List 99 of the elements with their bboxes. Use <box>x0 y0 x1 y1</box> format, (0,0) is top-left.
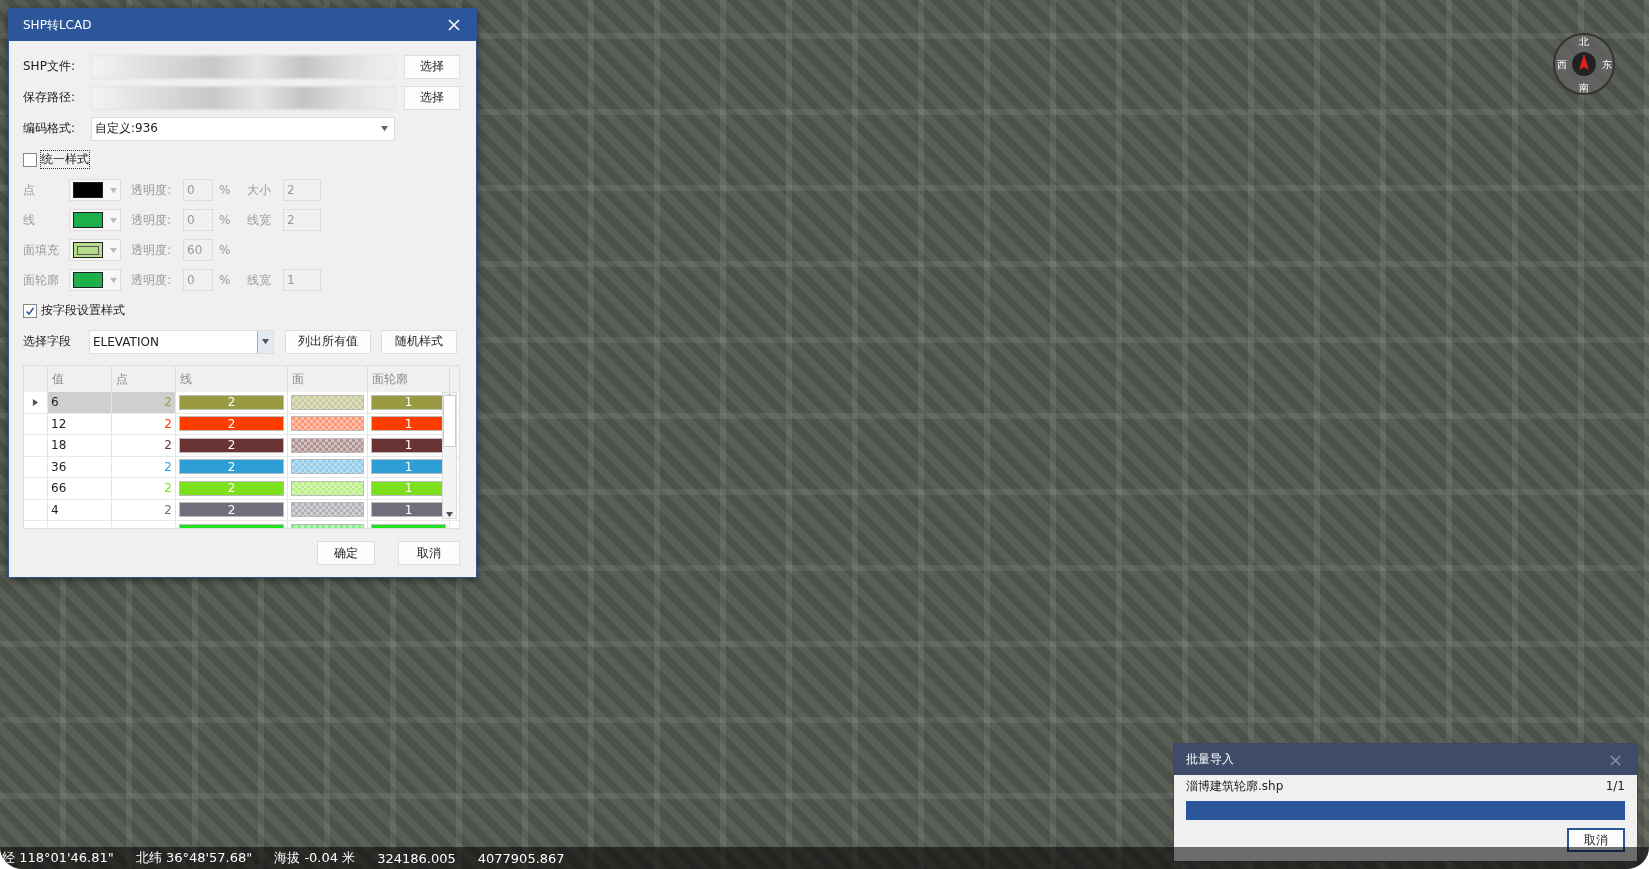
table-cell: 36 <box>48 456 112 478</box>
table-cell: 12 <box>48 413 112 435</box>
style-label: 线 <box>23 211 36 229</box>
caret-icon <box>110 186 117 194</box>
check-icon <box>25 305 35 316</box>
table-cell: 66 <box>48 478 112 500</box>
color-picker[interactable] <box>69 209 121 231</box>
status-text: 4077905.867 <box>477 850 565 866</box>
scrollbar[interactable] <box>442 392 457 519</box>
color-picker[interactable] <box>69 269 121 291</box>
fill-pattern-swatch[interactable] <box>291 459 364 475</box>
row-header-cell[interactable] <box>24 499 48 521</box>
row-header-cell[interactable] <box>24 456 48 478</box>
browse-button[interactable]: 选择 <box>404 85 460 110</box>
field-dropdown[interactable]: ELEVATION <box>89 329 274 354</box>
line-color-bar[interactable]: 2 <box>179 502 284 518</box>
caret-icon <box>262 338 269 345</box>
caret-icon <box>446 511 453 518</box>
table-cell: 2 <box>112 499 176 521</box>
line-color-bar[interactable]: 2 <box>179 437 284 453</box>
fill-pattern-swatch[interactable] <box>291 502 364 518</box>
fill-pattern-swatch[interactable] <box>291 437 364 453</box>
fill-pattern-swatch[interactable] <box>291 416 364 432</box>
dropdown-button[interactable] <box>257 330 273 353</box>
field-label: 保存路径: <box>23 89 77 106</box>
style-label: 点 <box>23 181 36 199</box>
table-cell: 6 <box>48 392 112 414</box>
column-header: 面 <box>288 366 368 392</box>
size-input[interactable]: 2 <box>283 179 321 201</box>
blurred-path-field[interactable] <box>91 85 395 110</box>
table-cell: 2 <box>112 435 176 457</box>
line-color-bar[interactable]: 2 <box>179 416 284 432</box>
progress-count: 1/1 <box>1605 779 1625 793</box>
fill-pattern-swatch[interactable] <box>291 394 364 410</box>
table-cell: 18 <box>48 435 112 457</box>
row-pointer-icon <box>32 398 39 406</box>
opacity-label: 透明度: <box>131 241 173 259</box>
column-header: 点 <box>112 366 176 392</box>
compass-drawing[interactable]: 北 东 南 西 <box>1552 32 1616 96</box>
cancel-button[interactable]: 取消 <box>1567 828 1625 852</box>
caret-icon <box>110 276 117 284</box>
field-label: 选择字段 <box>23 333 72 350</box>
list-values-button[interactable]: 列出所有值 <box>285 329 371 354</box>
status-text: 324186.005 <box>377 850 456 866</box>
opacity-input[interactable]: 0 <box>183 209 213 231</box>
style-label: 面轮廓 <box>23 271 60 289</box>
unit-label: % <box>219 273 232 287</box>
table-cell: 2 <box>112 392 176 414</box>
column-header: 线 <box>176 366 288 392</box>
blurred-path-field[interactable] <box>91 54 395 79</box>
window-title: 批量导入 <box>1186 751 1234 768</box>
window-title: SHP转LCAD <box>23 16 92 34</box>
table-cell: 4 <box>48 499 112 521</box>
unit-label: % <box>219 183 232 197</box>
table-cell: 2 <box>112 456 176 478</box>
size-input[interactable]: 1 <box>283 269 321 291</box>
column-header: 值 <box>48 366 112 392</box>
size-label: 大小 <box>247 181 272 199</box>
checkbox[interactable] <box>23 152 37 167</box>
row-header-cell[interactable] <box>24 478 48 500</box>
caret-icon <box>110 246 117 254</box>
status-text: 北纬 36°48'57.68" <box>135 849 253 867</box>
random-style-button[interactable]: 随机样式 <box>381 329 457 354</box>
checkbox-label[interactable]: 统一样式 <box>40 150 90 169</box>
opacity-input[interactable]: 0 <box>183 269 213 291</box>
size-label: 线宽 <box>247 211 272 229</box>
opacity-input[interactable]: 0 <box>183 179 213 201</box>
opacity-input[interactable]: 60 <box>183 239 213 261</box>
column-header: 面轮廓 <box>368 366 450 392</box>
color-picker[interactable] <box>69 179 121 201</box>
status-text: 海拔 -0.04 米 <box>274 849 356 867</box>
cancel-button[interactable]: 取消 <box>398 541 460 565</box>
encoding-dropdown[interactable]: 自定义:936 <box>91 116 395 141</box>
fill-pattern-swatch[interactable] <box>291 480 364 496</box>
field-label: 编码格式: <box>23 120 77 137</box>
size-input[interactable]: 2 <box>283 209 321 231</box>
ok-button[interactable]: 确定 <box>317 541 375 565</box>
opacity-label: 透明度: <box>131 211 173 229</box>
table-cell: 2 <box>112 478 176 500</box>
checkbox[interactable] <box>23 303 37 318</box>
file-name: 淄博建筑轮廓.shp <box>1186 777 1284 795</box>
checkbox-label[interactable]: 按字段设置样式 <box>40 301 126 320</box>
field-label: SHP文件: <box>23 58 76 75</box>
browse-button[interactable]: 选择 <box>404 54 460 79</box>
opacity-label: 透明度: <box>131 181 173 199</box>
unit-label: % <box>219 243 232 257</box>
caret-icon <box>110 216 117 224</box>
unit-label: % <box>219 213 232 227</box>
row-header-cell[interactable] <box>24 392 48 414</box>
style-label: 面填充 <box>23 241 60 259</box>
table-cell: 2 <box>112 413 176 435</box>
color-picker[interactable] <box>69 239 121 261</box>
line-color-bar[interactable]: 2 <box>179 394 284 410</box>
caret-icon <box>381 125 388 132</box>
line-color-bar[interactable]: 2 <box>179 459 284 475</box>
row-header-cell[interactable] <box>24 413 48 435</box>
size-label: 线宽 <box>247 271 272 289</box>
opacity-label: 透明度: <box>131 271 173 289</box>
row-header-cell[interactable] <box>24 435 48 457</box>
